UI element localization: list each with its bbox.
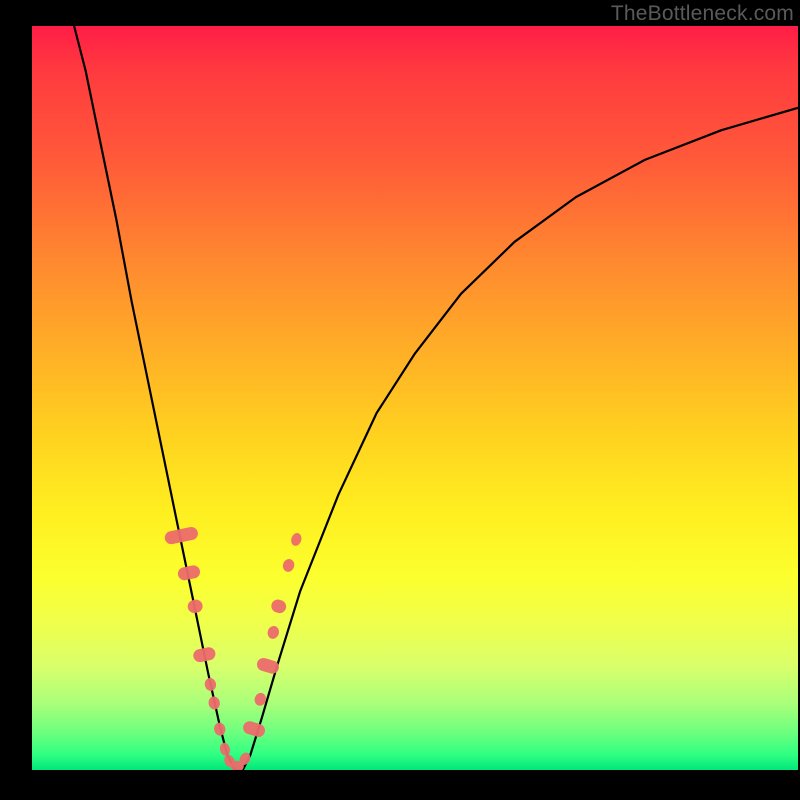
data-marker [204,677,218,692]
data-marker [266,625,280,641]
data-marker [281,558,296,574]
chart-svg [32,26,798,770]
plot-area [32,26,798,770]
data-marker [290,532,303,547]
data-marker [241,720,266,739]
data-marker [255,656,280,675]
bottleneck-curve [74,26,798,770]
data-marker [219,742,232,757]
watermark-text: TheBottleneck.com [611,2,794,26]
chart-frame: TheBottleneck.com [0,0,800,800]
curve-layer [74,26,798,770]
data-marker [177,564,201,581]
data-marker [207,695,221,710]
data-marker [192,646,216,663]
data-marker [187,598,204,614]
data-marker [213,722,227,737]
data-marker [270,598,288,615]
